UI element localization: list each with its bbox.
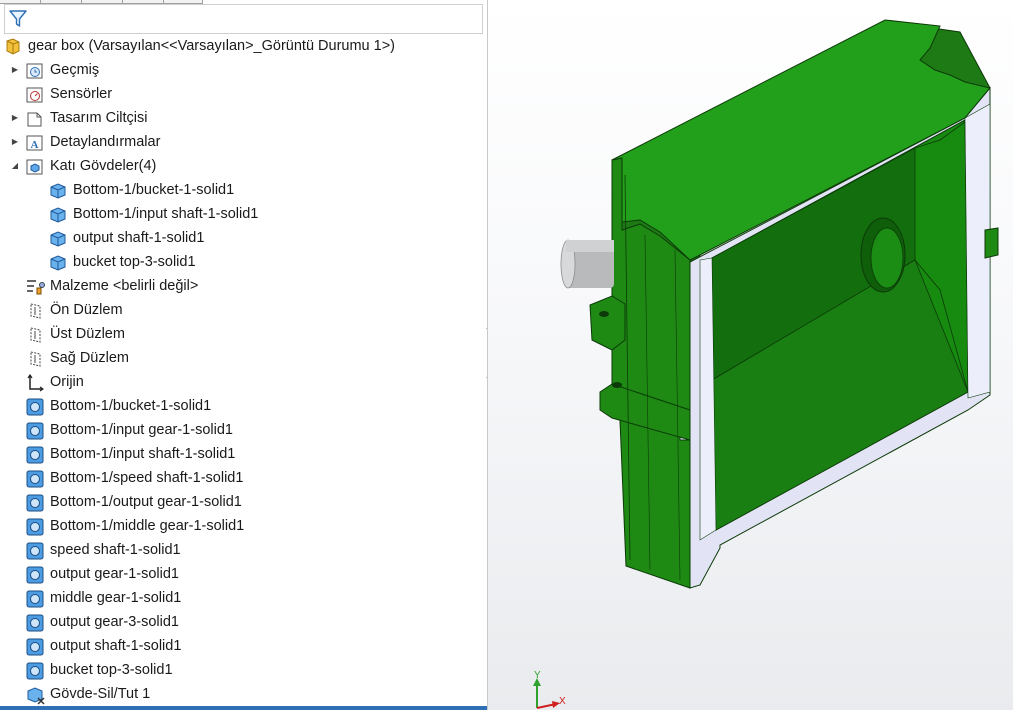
tree-item-label: Bottom-1/speed shaft-1-solid1 <box>50 470 244 486</box>
solid-body-icon <box>49 230 67 247</box>
tree-item-label: output gear-1-solid1 <box>50 566 179 582</box>
tree-item-label: bucket top-3-solid1 <box>73 254 196 270</box>
tree-filter-field[interactable] <box>4 4 483 34</box>
imported-body-icon <box>26 662 44 680</box>
sensor-icon <box>26 86 44 103</box>
design-binder-icon <box>26 110 44 127</box>
imported-body-icon <box>26 542 44 560</box>
tree-item-label: Tasarım Ciltçisi <box>50 110 148 126</box>
solid-body-icon <box>49 206 67 223</box>
tree-item-label: Bottom-1/input shaft-1-solid1 <box>50 446 236 462</box>
selection-strip <box>0 706 487 710</box>
plane-icon <box>26 326 44 343</box>
tree-item-label: Bottom-1/output gear-1-solid1 <box>50 494 242 510</box>
imported-body-icon <box>26 590 44 608</box>
y-axis-label: Y <box>534 670 541 681</box>
tree-item-label: middle gear-1-solid1 <box>50 590 182 606</box>
feature-manager-tree: gear box (Varsayılan<<Varsayılan>_Görünt… <box>0 0 488 710</box>
tree-item-label: output shaft-1-solid1 <box>50 638 182 654</box>
tree-item-label: Ön Düzlem <box>50 302 123 318</box>
solid-bodies-folder-icon <box>26 158 44 175</box>
imported-body-icon <box>26 614 44 632</box>
x-axis-label: X <box>559 696 566 707</box>
graphics-area[interactable] <box>488 0 1013 710</box>
filter-icon[interactable] <box>8 9 28 29</box>
expand-arrow-icon[interactable]: ▶ <box>10 130 20 154</box>
tree-item-label: gear box (Varsayılan<<Varsayılan>_Görünt… <box>28 38 395 54</box>
imported-body-icon <box>26 446 44 464</box>
gearbox-model[interactable] <box>488 0 1013 710</box>
view-triad[interactable]: Y X <box>526 668 576 710</box>
imported-body-icon <box>26 518 44 536</box>
imported-body-icon <box>26 494 44 512</box>
tree-item-label: Katı Gövdeler(4) <box>50 158 157 174</box>
tree-item-label: Orijin <box>50 374 84 390</box>
tree-item-label: Bottom-1/bucket-1-solid1 <box>50 398 212 414</box>
imported-body-icon <box>26 638 44 656</box>
plane-icon <box>26 302 44 319</box>
part-icon <box>4 38 22 55</box>
solid-body-icon <box>49 182 67 199</box>
history-icon <box>26 62 44 79</box>
tree-item-label: bucket top-3-solid1 <box>50 662 173 678</box>
tree-item-label: Sağ Düzlem <box>50 350 129 366</box>
tree-item-label: Bottom-1/middle gear-1-solid1 <box>50 518 245 534</box>
expand-arrow-icon[interactable]: ▶ <box>10 58 20 82</box>
expanded-arrow-icon[interactable]: ◢ <box>10 154 20 178</box>
tree-item-label: Bottom-1/input gear-1-solid1 <box>50 422 233 438</box>
plane-icon <box>26 350 44 367</box>
origin-icon <box>26 373 45 392</box>
imported-body-icon <box>26 470 44 488</box>
tree-item-label: Üst Düzlem <box>50 326 125 342</box>
tree-item-label: Bottom-1/input shaft-1-solid1 <box>73 206 259 222</box>
tree-item-label: Bottom-1/bucket-1-solid1 <box>73 182 235 198</box>
solid-body-icon <box>49 254 67 271</box>
imported-body-icon <box>26 566 44 584</box>
tree-item-label: output gear-3-solid1 <box>50 614 179 630</box>
tree-item-label: Detaylandırmalar <box>50 134 161 150</box>
tree-item-label: output shaft-1-solid1 <box>73 230 205 246</box>
delete-body-icon <box>26 686 45 705</box>
tree-item-label: Malzeme <belirli değil> <box>50 278 199 294</box>
tree-item-label: Geçmiş <box>50 62 100 78</box>
imported-body-icon <box>26 422 44 440</box>
imported-body-icon <box>26 398 44 416</box>
tree-item-label: Gövde-Sil/Tut 1 <box>50 686 151 702</box>
material-icon <box>26 278 45 295</box>
annotations-icon: A <box>26 134 44 151</box>
svg-text:A: A <box>31 139 39 151</box>
expand-arrow-icon[interactable]: ▶ <box>10 106 20 130</box>
tree-item-label: Sensörler <box>50 86 113 102</box>
tree-item-label: speed shaft-1-solid1 <box>50 542 181 558</box>
